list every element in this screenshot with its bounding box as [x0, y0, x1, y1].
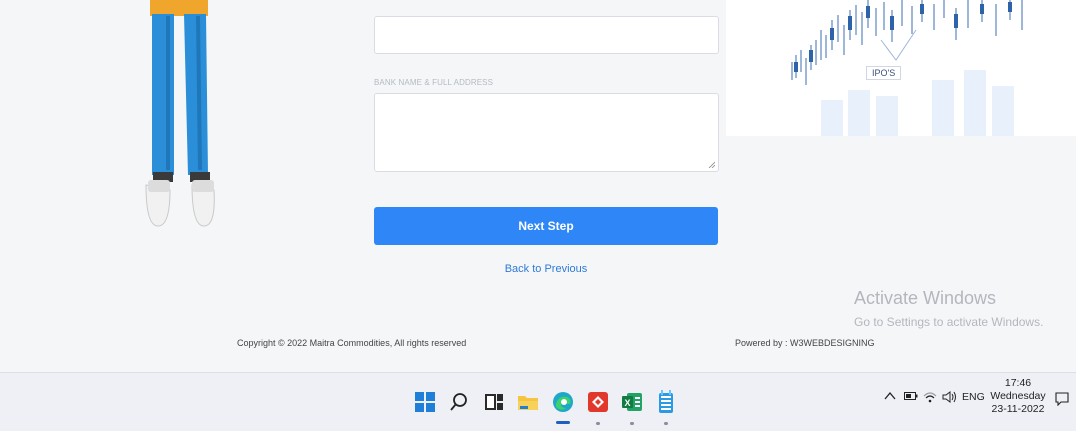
- copyright-text: Copyright © 2022 Maitra Commodities, All…: [237, 338, 467, 348]
- clock-date: 23-11-2022: [991, 403, 1045, 415]
- search-icon[interactable]: [446, 389, 472, 415]
- watermark-title: Activate Windows: [854, 288, 997, 308]
- svg-text:X: X: [625, 398, 631, 408]
- battery-icon[interactable]: [904, 391, 918, 404]
- next-step-button[interactable]: Next Step: [374, 207, 718, 245]
- app-running-dot: [596, 422, 600, 425]
- back-to-previous-link[interactable]: Back to Previous: [374, 263, 718, 275]
- app-running-dot: [664, 422, 668, 425]
- resize-grip-icon[interactable]: [708, 161, 715, 168]
- language-indicator[interactable]: ENG: [962, 391, 985, 403]
- bank-field-label: BANK NAME & FULL ADDRESS: [374, 78, 494, 87]
- file-explorer-icon[interactable]: [515, 389, 541, 415]
- page: BANK NAME & FULL ADDRESS Next Step Back …: [0, 0, 1076, 372]
- anydesk-icon[interactable]: [585, 389, 611, 415]
- edge-icon[interactable]: [550, 389, 576, 415]
- active-app-indicator: [556, 421, 570, 424]
- powered-by-text: Powered by : W3WEBDESIGNING: [735, 338, 875, 348]
- activate-windows-watermark: Activate Windows Go to Settings to activ…: [854, 288, 1043, 329]
- previous-text-field[interactable]: [374, 16, 719, 54]
- ipo-banner-image: IPO'S: [726, 0, 1076, 136]
- bank-address-textarea[interactable]: [374, 93, 719, 172]
- task-view-icon[interactable]: [481, 389, 507, 415]
- chevron-up-icon[interactable]: [884, 391, 896, 404]
- notepad-icon[interactable]: [653, 389, 679, 415]
- speaker-icon[interactable]: [942, 391, 958, 406]
- notification-icon[interactable]: [1055, 392, 1069, 409]
- clock-time: 17:46: [1004, 377, 1032, 389]
- watermark-subtitle: Go to Settings to activate Windows.: [854, 315, 1044, 329]
- app-running-dot: [630, 422, 634, 425]
- character-legs-illustration: [145, 0, 215, 227]
- ipo-label: IPO'S: [866, 66, 902, 80]
- windows-start-icon[interactable]: [412, 389, 438, 415]
- wifi-icon[interactable]: [923, 391, 937, 406]
- excel-icon[interactable]: X: [619, 389, 645, 415]
- clock[interactable]: 17:46 Wednesday 23-11-2022: [990, 377, 1046, 416]
- clock-day: Wednesday: [990, 390, 1046, 402]
- taskbar: X ENG 17:46 Wednesday 23-11-2022: [0, 372, 1076, 431]
